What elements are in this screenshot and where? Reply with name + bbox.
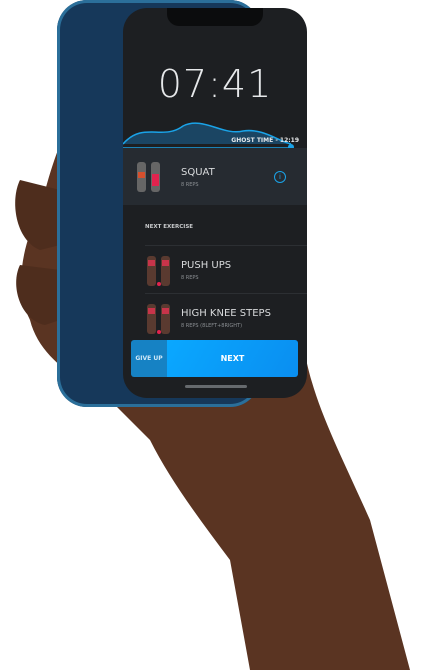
exercise-reps: 8 REPS xyxy=(181,275,199,281)
app-screen: 07:41 GHOST TIME - 12:19 SQUAT 8 REPS i … xyxy=(123,8,307,398)
muscle-figure-icon xyxy=(147,304,170,334)
exercise-reps: 8 REPS xyxy=(181,182,199,188)
workout-timer: 07:41 xyxy=(157,62,273,106)
muscle-figure-icon xyxy=(137,162,160,192)
info-icon[interactable]: i xyxy=(274,171,286,183)
exercise-name: HIGH KNEE STEPS xyxy=(181,308,271,319)
list-item[interactable]: PUSH UPS 8 REPS xyxy=(123,246,307,292)
ghost-time: GHOST TIME - 12:19 xyxy=(231,137,299,144)
current-exercise-card[interactable]: SQUAT 8 REPS i xyxy=(123,148,307,205)
phone-frame: 07:41 GHOST TIME - 12:19 SQUAT 8 REPS i … xyxy=(57,0,307,407)
next-exercise-label: NEXT EXERCISE xyxy=(145,224,194,230)
give-up-button[interactable]: GIVE UP xyxy=(131,340,167,377)
next-button[interactable]: NEXT xyxy=(167,340,298,377)
exercise-name: PUSH UPS xyxy=(181,260,232,271)
list-item[interactable]: HIGH KNEE STEPS 8 REPS (8LEFT+8RIGHT) xyxy=(123,294,307,340)
notch xyxy=(167,8,263,26)
muscle-figure-icon xyxy=(147,256,170,286)
exercise-name: SQUAT xyxy=(181,167,215,178)
exercise-reps: 8 REPS (8LEFT+8RIGHT) xyxy=(181,323,243,329)
home-indicator[interactable] xyxy=(185,385,247,388)
